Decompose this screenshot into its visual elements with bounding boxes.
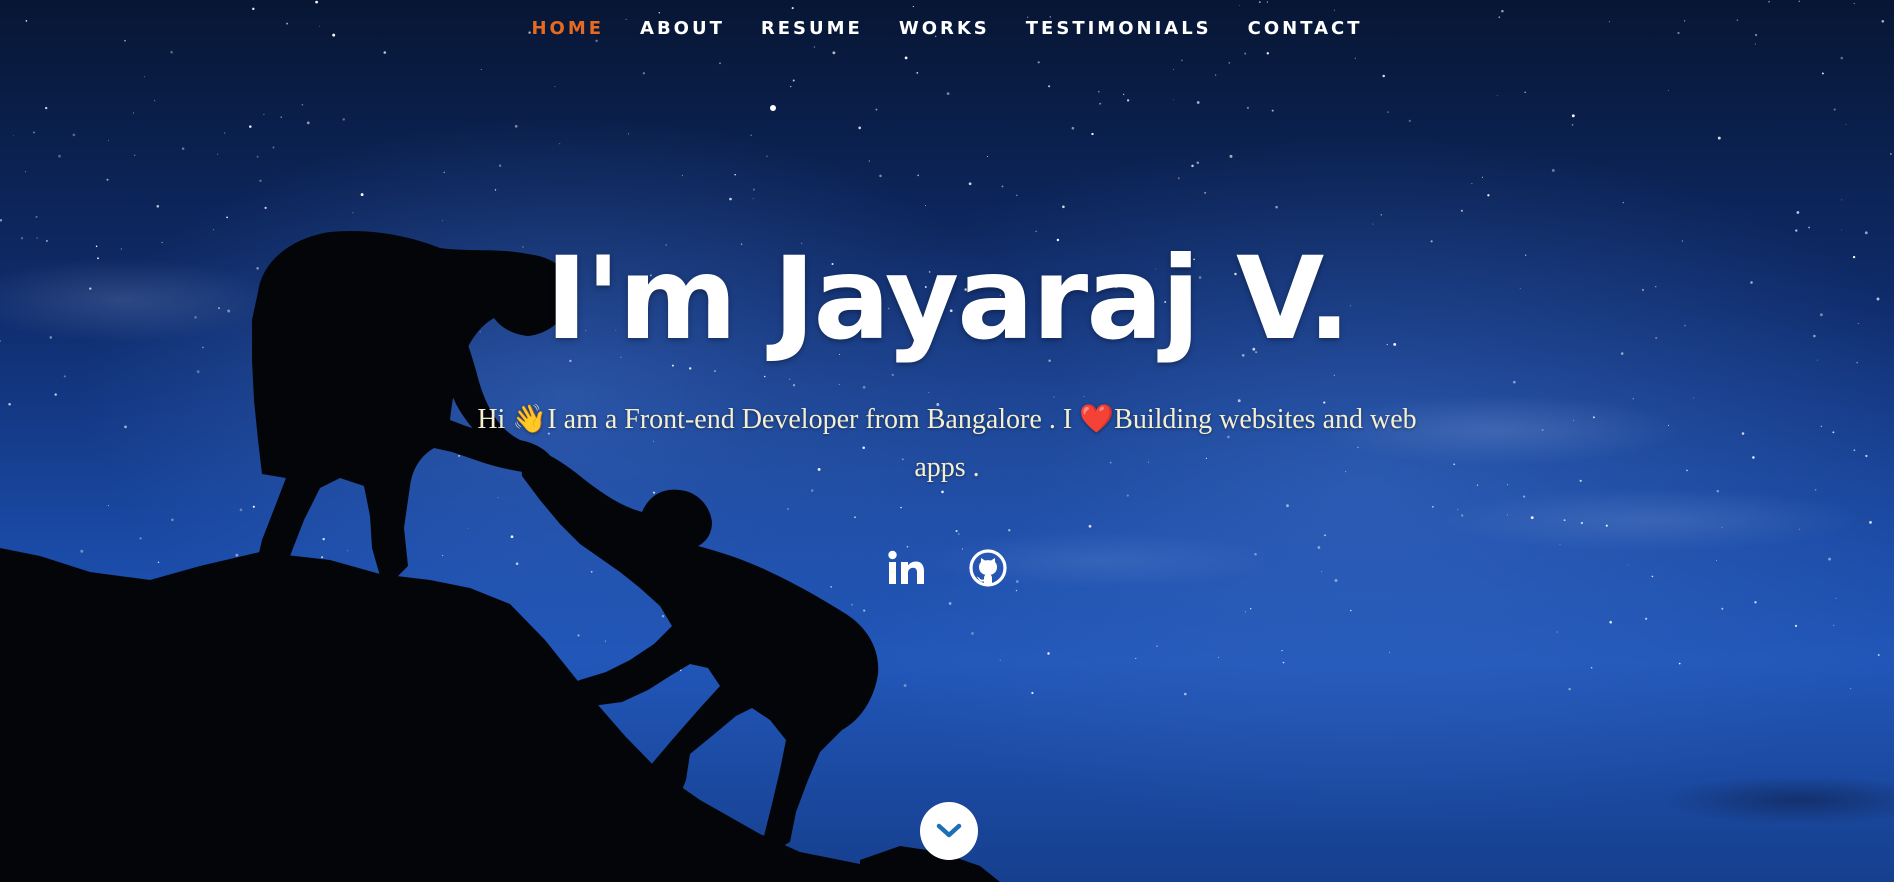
nav-item-home[interactable]: HOME xyxy=(531,18,604,39)
tagline-greeting: Hi xyxy=(477,404,506,435)
nav-item-about[interactable]: ABOUT xyxy=(640,18,725,39)
main-nav: HOME ABOUT RESUME WORKS TESTIMONIALS CON… xyxy=(0,18,1894,39)
hero-tagline: Hi 👋 I am a Front-end Developer from Ban… xyxy=(470,396,1424,492)
chevron-down-icon xyxy=(936,823,962,838)
github-icon xyxy=(969,549,1007,587)
nav-item-resume[interactable]: RESUME xyxy=(761,18,863,39)
heart-icon: ❤️ xyxy=(1079,404,1115,435)
hero-headline: I'm Jayaraj V. xyxy=(545,232,1351,365)
social-links xyxy=(0,546,1894,590)
tagline-intro: I am a Front-end Developer from Bangalor… xyxy=(547,404,1073,435)
nav-item-testimonials[interactable]: TESTIMONIALS xyxy=(1026,18,1212,39)
nav-item-works[interactable]: WORKS xyxy=(899,18,990,39)
nav-item-contact[interactable]: CONTACT xyxy=(1248,18,1363,39)
linkedin-link[interactable] xyxy=(884,546,928,590)
scroll-down-button[interactable] xyxy=(920,802,978,860)
wave-icon: 👋 xyxy=(512,404,548,435)
linkedin-icon xyxy=(888,550,924,584)
github-link[interactable] xyxy=(966,546,1010,590)
